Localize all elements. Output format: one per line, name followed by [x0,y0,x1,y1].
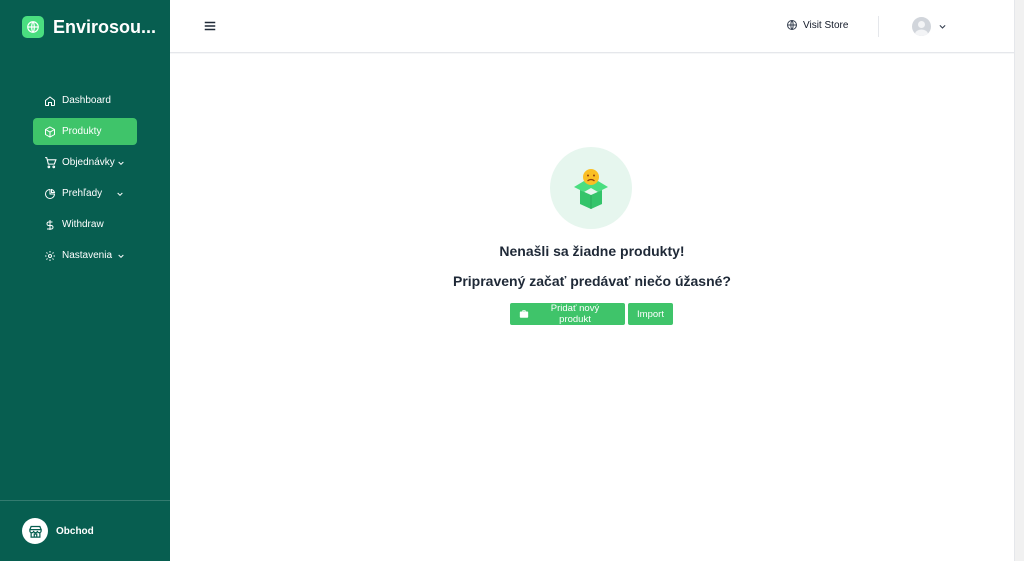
chevron-down-icon [115,189,125,199]
topbar-divider [878,16,879,37]
briefcase-icon [519,309,529,319]
globe-icon [22,16,44,38]
visit-store-link[interactable]: Visit Store [786,19,848,31]
scrollbar[interactable] [1014,0,1024,561]
sidebar-item-dashboard[interactable]: Dashboard [33,87,137,114]
sidebar-item-label: Produkty [62,126,102,137]
sidebar-item-label: Withdraw [62,219,104,230]
store-name: Obchod [56,525,94,537]
gear-icon [43,249,57,263]
sidebar-item-label: Nastavenia [62,250,113,261]
empty-state-title: Nenašli sa žiadne produkty! [499,243,685,259]
sidebar: Envirosou... Dashboard Produkty Objednáv… [0,0,170,561]
home-icon [43,94,57,108]
visit-store-label: Visit Store [803,19,849,31]
empty-state-actions: Pridať nový produkt Import [510,303,673,325]
cart-icon [43,156,57,170]
dollar-icon [43,218,57,232]
brand-name: Envirosou... [53,16,157,37]
pie-chart-icon [43,187,57,201]
topbar: Visit Store [170,0,1014,53]
sidebar-item-label: Prehľady [62,188,103,199]
store-switcher[interactable]: Obchod [22,518,94,544]
empty-state-subtitle: Pripravený začať predávať niečo úžasné? [453,273,731,289]
add-product-button[interactable]: Pridať nový produkt [510,303,625,325]
user-menu[interactable] [912,17,948,36]
globe-icon [786,19,798,31]
chevron-down-icon [116,158,126,168]
hamburger-icon[interactable] [203,19,217,33]
sidebar-item-withdraw[interactable]: Withdraw [33,211,137,238]
sidebar-item-produkty[interactable]: Produkty [33,118,137,145]
cube-icon [43,125,57,139]
sidebar-item-objednavky[interactable]: Objednávky [33,149,137,176]
sad-box-icon [550,147,632,229]
sidebar-nav: Dashboard Produkty Objednávky Prehľady W… [33,87,137,273]
chevron-down-icon [116,251,126,261]
sidebar-item-prehlady[interactable]: Prehľady [33,180,137,207]
sidebar-item-label: Objednávky [62,157,115,168]
main-content: Nenašli sa žiadne produkty! Pripravený z… [170,54,1014,561]
sidebar-item-label: Dashboard [62,95,111,106]
chevron-down-icon [938,22,948,32]
add-product-label: Pridať nový produkt [550,303,600,325]
sidebar-item-nastavenia[interactable]: Nastavenia [33,242,137,269]
avatar [912,17,931,36]
import-button[interactable]: Import [628,303,673,325]
storefront-icon [22,518,48,544]
sidebar-divider [0,500,170,501]
brand[interactable]: Envirosou... [22,16,156,38]
